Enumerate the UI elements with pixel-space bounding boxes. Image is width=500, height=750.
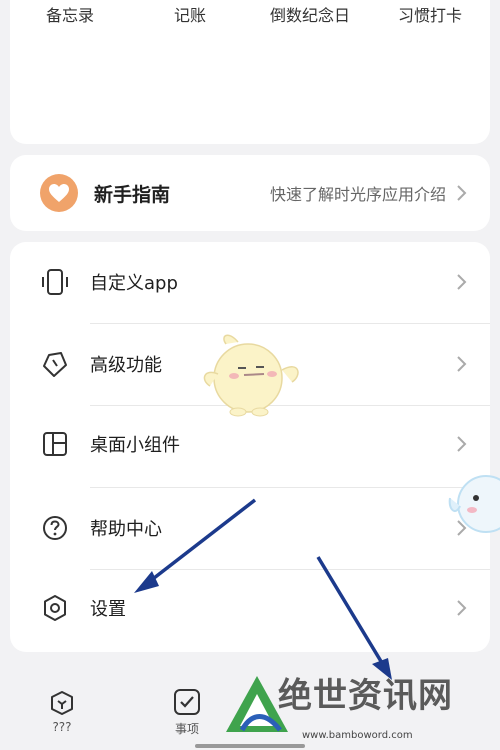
tab-label: 事项 [174, 722, 199, 736]
home-indicator [195, 744, 305, 748]
watermark-text: 绝世资讯网 [278, 676, 453, 716]
shield-icon [51, 691, 73, 715]
annotation-arrows [134, 498, 392, 680]
tab-label: ??? [52, 720, 72, 734]
watermark-url: www.bamboword.com [302, 730, 413, 741]
tab-tasks[interactable]: 事项 [157, 688, 217, 737]
tab-first[interactable]: ??? [32, 690, 92, 734]
checkbox-icon [174, 689, 200, 715]
watermark: 绝世资讯网 www.bamboword.com [222, 650, 500, 750]
